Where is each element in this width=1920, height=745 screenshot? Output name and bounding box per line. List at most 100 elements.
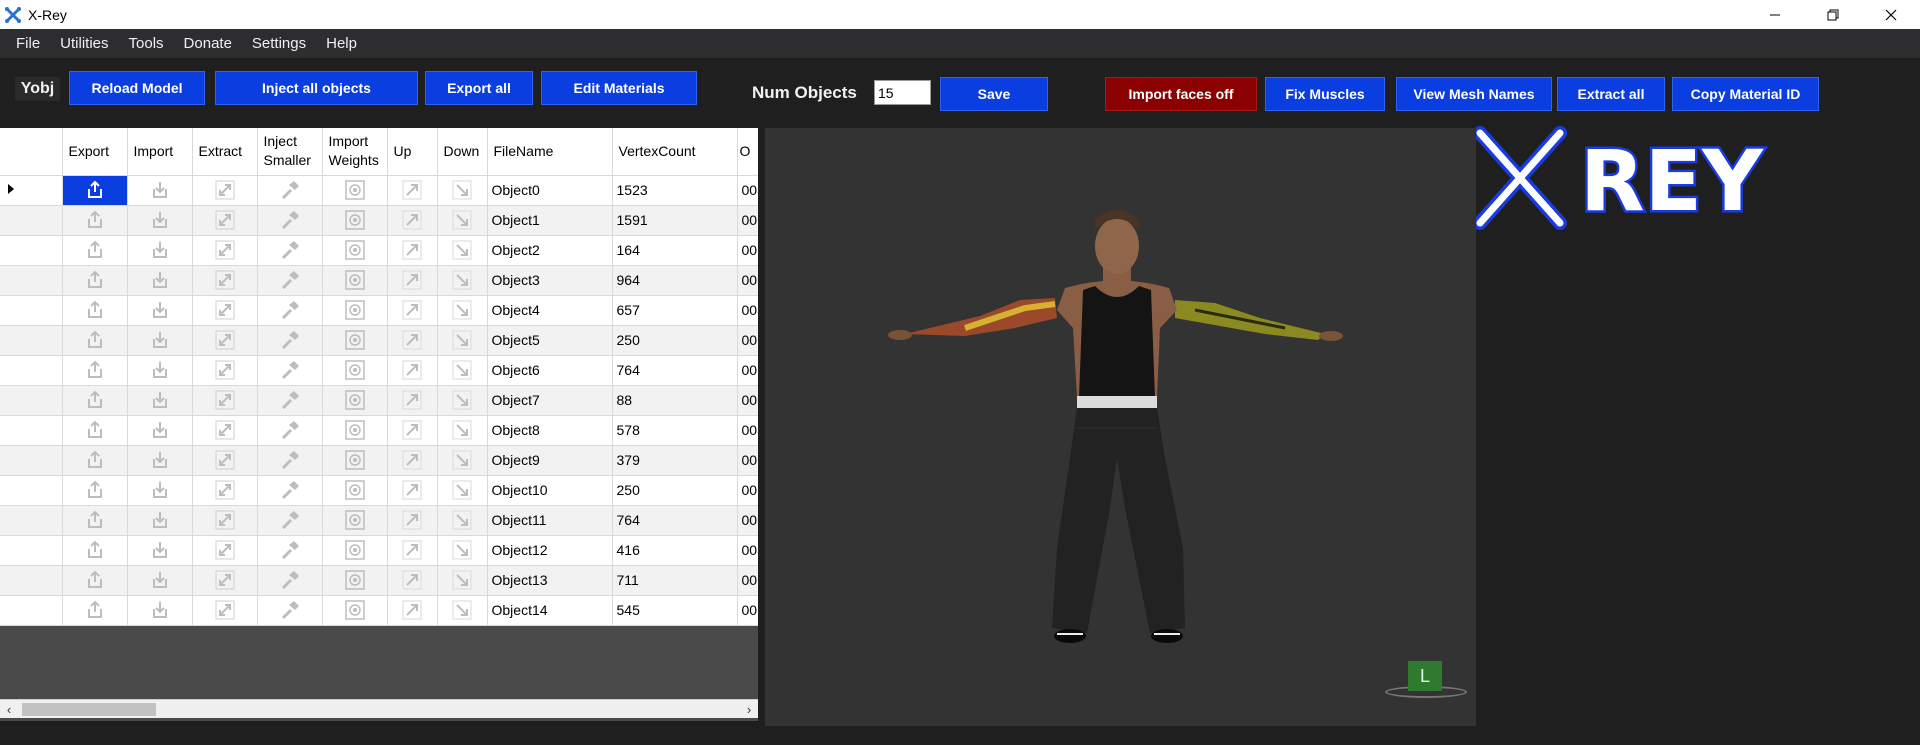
- row-header[interactable]: [0, 175, 63, 206]
- import-cell[interactable]: [127, 535, 193, 566]
- export-cell[interactable]: [62, 295, 128, 326]
- menu-tools[interactable]: Tools: [119, 29, 174, 58]
- import-weights-cell[interactable]: [322, 205, 388, 236]
- extract-cell[interactable]: [192, 565, 258, 596]
- move-up-cell[interactable]: [387, 265, 438, 296]
- move-down-cell[interactable]: [437, 475, 488, 506]
- import-weights-cell[interactable]: [322, 385, 388, 416]
- import-weights-cell[interactable]: [322, 355, 388, 386]
- view-mesh-names-button[interactable]: View Mesh Names: [1396, 77, 1552, 111]
- export-cell[interactable]: [62, 415, 128, 446]
- move-down-cell[interactable]: [437, 595, 488, 626]
- o-cell[interactable]: 00: [737, 295, 758, 326]
- table-row[interactable]: Object8 578 00: [0, 415, 758, 446]
- column-header[interactable]: Extract: [192, 128, 258, 176]
- row-header[interactable]: [0, 415, 63, 446]
- import-weights-cell[interactable]: [322, 295, 388, 326]
- import-weights-cell[interactable]: [322, 265, 388, 296]
- move-down-cell[interactable]: [437, 355, 488, 386]
- table-row[interactable]: Object9 379 00: [0, 445, 758, 476]
- row-header[interactable]: [0, 205, 63, 236]
- inject-smaller-cell[interactable]: [257, 265, 323, 296]
- row-header[interactable]: [0, 325, 63, 356]
- light-gizmo-badge[interactable]: L: [1408, 661, 1442, 691]
- import-faces-toggle-button[interactable]: Import faces off: [1105, 77, 1257, 111]
- vertex-count-cell[interactable]: 964: [612, 265, 738, 296]
- column-header[interactable]: FileName: [487, 128, 613, 176]
- vertex-count-cell[interactable]: 545: [612, 595, 738, 626]
- export-all-button[interactable]: Export all: [425, 71, 533, 105]
- import-cell[interactable]: [127, 565, 193, 596]
- vertex-count-cell[interactable]: 164: [612, 235, 738, 266]
- move-down-cell[interactable]: [437, 445, 488, 476]
- filename-cell[interactable]: Object5: [487, 325, 613, 356]
- o-cell[interactable]: 00: [737, 415, 758, 446]
- fix-muscles-button[interactable]: Fix Muscles: [1265, 77, 1385, 111]
- table-row[interactable]: Object2 164 00: [0, 235, 758, 266]
- inject-smaller-cell[interactable]: [257, 445, 323, 476]
- edit-materials-button[interactable]: Edit Materials: [541, 71, 697, 105]
- column-header[interactable]: Inject Smaller: [257, 128, 323, 176]
- o-cell[interactable]: 00: [737, 235, 758, 266]
- column-header[interactable]: Export: [62, 128, 128, 176]
- filename-cell[interactable]: Object1: [487, 205, 613, 236]
- menu-utilities[interactable]: Utilities: [50, 29, 118, 58]
- import-cell[interactable]: [127, 175, 193, 206]
- import-cell[interactable]: [127, 415, 193, 446]
- table-row[interactable]: Object6 764 00: [0, 355, 758, 386]
- inject-smaller-cell[interactable]: [257, 415, 323, 446]
- o-cell[interactable]: 00: [737, 265, 758, 296]
- export-cell[interactable]: [62, 535, 128, 566]
- move-down-cell[interactable]: [437, 535, 488, 566]
- move-up-cell[interactable]: [387, 475, 438, 506]
- inject-smaller-cell[interactable]: [257, 565, 323, 596]
- row-header[interactable]: [0, 295, 63, 326]
- table-row[interactable]: Object13 711 00: [0, 565, 758, 596]
- export-cell[interactable]: [62, 175, 128, 206]
- filename-cell[interactable]: Object7: [487, 385, 613, 416]
- move-up-cell[interactable]: [387, 205, 438, 236]
- table-row[interactable]: Object12 416 00: [0, 535, 758, 566]
- filename-cell[interactable]: Object3: [487, 265, 613, 296]
- move-down-cell[interactable]: [437, 415, 488, 446]
- table-row[interactable]: Object5 250 00: [0, 325, 758, 356]
- table-row[interactable]: Object14 545 00: [0, 595, 758, 626]
- o-cell[interactable]: 00: [737, 535, 758, 566]
- table-row[interactable]: Object3 964 00: [0, 265, 758, 296]
- model-viewport[interactable]: L: [765, 128, 1476, 726]
- filename-cell[interactable]: Object4: [487, 295, 613, 326]
- export-cell[interactable]: [62, 505, 128, 536]
- move-down-cell[interactable]: [437, 265, 488, 296]
- o-cell[interactable]: 00: [737, 325, 758, 356]
- export-cell[interactable]: [62, 445, 128, 476]
- vertex-count-cell[interactable]: 764: [612, 355, 738, 386]
- export-cell[interactable]: [62, 565, 128, 596]
- filename-cell[interactable]: Object12: [487, 535, 613, 566]
- inject-all-objects-button[interactable]: Inject all objects: [215, 71, 418, 105]
- move-up-cell[interactable]: [387, 175, 438, 206]
- o-cell[interactable]: 00: [737, 565, 758, 596]
- import-cell[interactable]: [127, 235, 193, 266]
- move-up-cell[interactable]: [387, 415, 438, 446]
- import-cell[interactable]: [127, 445, 193, 476]
- row-header[interactable]: [0, 505, 63, 536]
- vertex-count-cell[interactable]: 416: [612, 535, 738, 566]
- move-up-cell[interactable]: [387, 355, 438, 386]
- row-header[interactable]: [0, 595, 63, 626]
- extract-all-button[interactable]: Extract all: [1557, 77, 1665, 111]
- row-header[interactable]: [0, 445, 63, 476]
- minimize-button[interactable]: [1746, 0, 1804, 29]
- filename-cell[interactable]: Object0: [487, 175, 613, 206]
- o-cell[interactable]: 00: [737, 385, 758, 416]
- move-up-cell[interactable]: [387, 535, 438, 566]
- move-down-cell[interactable]: [437, 295, 488, 326]
- column-header[interactable]: Up: [387, 128, 438, 176]
- reload-model-button[interactable]: Reload Model: [69, 71, 205, 105]
- vertex-count-cell[interactable]: 250: [612, 475, 738, 506]
- import-weights-cell[interactable]: [322, 595, 388, 626]
- import-cell[interactable]: [127, 505, 193, 536]
- import-cell[interactable]: [127, 385, 193, 416]
- extract-cell[interactable]: [192, 475, 258, 506]
- import-weights-cell[interactable]: [322, 235, 388, 266]
- close-button[interactable]: [1862, 0, 1920, 29]
